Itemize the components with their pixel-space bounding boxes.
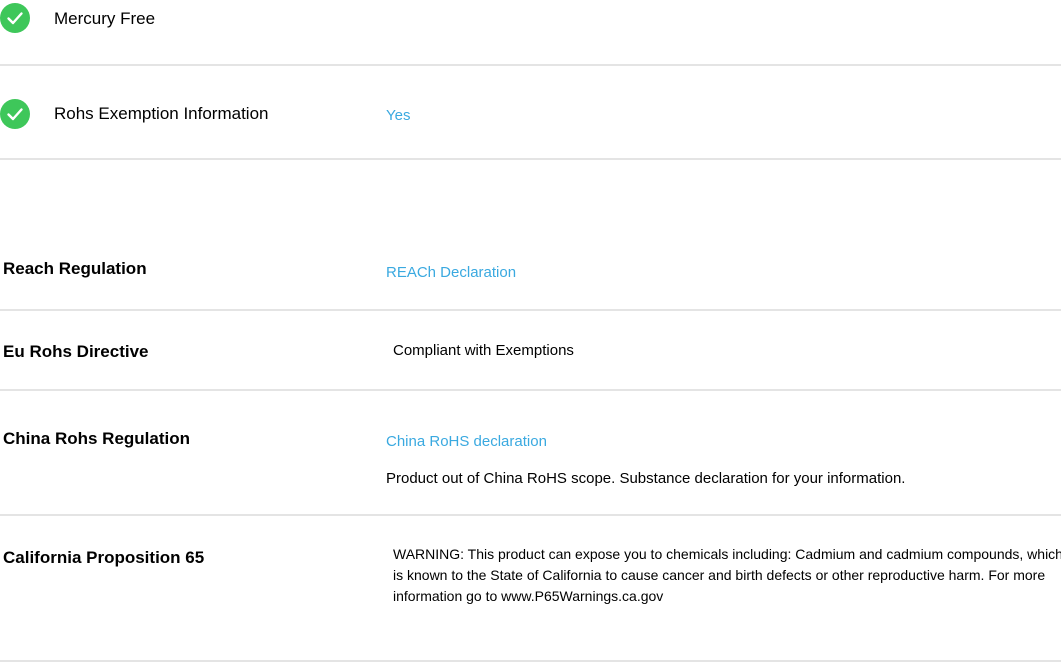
divider [0,309,1061,311]
divider [0,660,1061,662]
divider [0,64,1061,66]
check-circle-icon [0,3,30,33]
regulation-note: Product out of China RoHS scope. Substan… [386,470,906,487]
china-rohs-declaration-link[interactable]: China RoHS declaration [386,433,547,451]
divider [0,389,1061,391]
prop65-warning-text: WARNING: This product can expose you to … [393,546,1061,604]
divider [0,514,1061,516]
regulation-label: China Rohs Regulation [3,429,190,448]
feature-value: Yes [386,107,411,124]
regulation-label: California Proposition 65 [3,548,205,567]
check-circle-icon [0,99,30,129]
feature-label: Rohs Exemption Information [54,104,269,123]
feature-label: Mercury Free [54,9,156,28]
reach-declaration-link[interactable]: REACh Declaration [386,264,516,282]
regulation-label: Reach Regulation [3,259,147,278]
divider [0,158,1061,160]
regulation-label: Eu Rohs Directive [3,342,149,361]
regulation-value: Compliant with Exemptions [393,342,574,359]
